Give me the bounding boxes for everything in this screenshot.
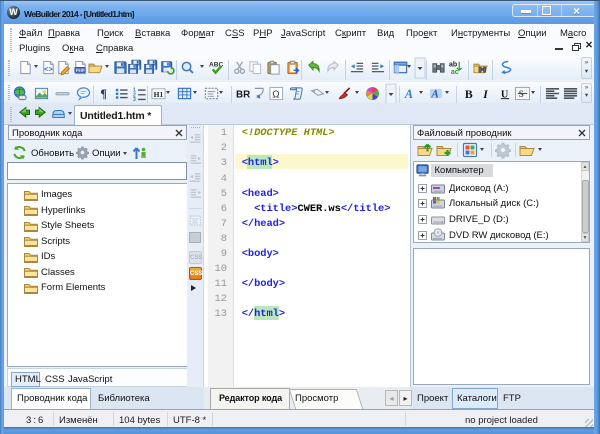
svg-text:PHP: PHP bbox=[75, 67, 84, 72]
svg-text:3: 3 bbox=[132, 97, 135, 103]
svg-text:A: A bbox=[430, 88, 439, 100]
svg-text:B: B bbox=[464, 88, 472, 101]
svg-text:¶: ¶ bbox=[100, 87, 107, 101]
svg-text:Ω: Ω bbox=[272, 89, 279, 100]
svg-text:ac: ac bbox=[451, 69, 459, 76]
svg-text:A: A bbox=[404, 87, 413, 101]
svg-text:ab: ab bbox=[449, 61, 457, 68]
svg-text:I: I bbox=[482, 88, 488, 101]
svg-text:BR: BR bbox=[236, 89, 250, 100]
svg-text:H1: H1 bbox=[154, 89, 164, 98]
svg-text:<>: <> bbox=[44, 66, 54, 74]
